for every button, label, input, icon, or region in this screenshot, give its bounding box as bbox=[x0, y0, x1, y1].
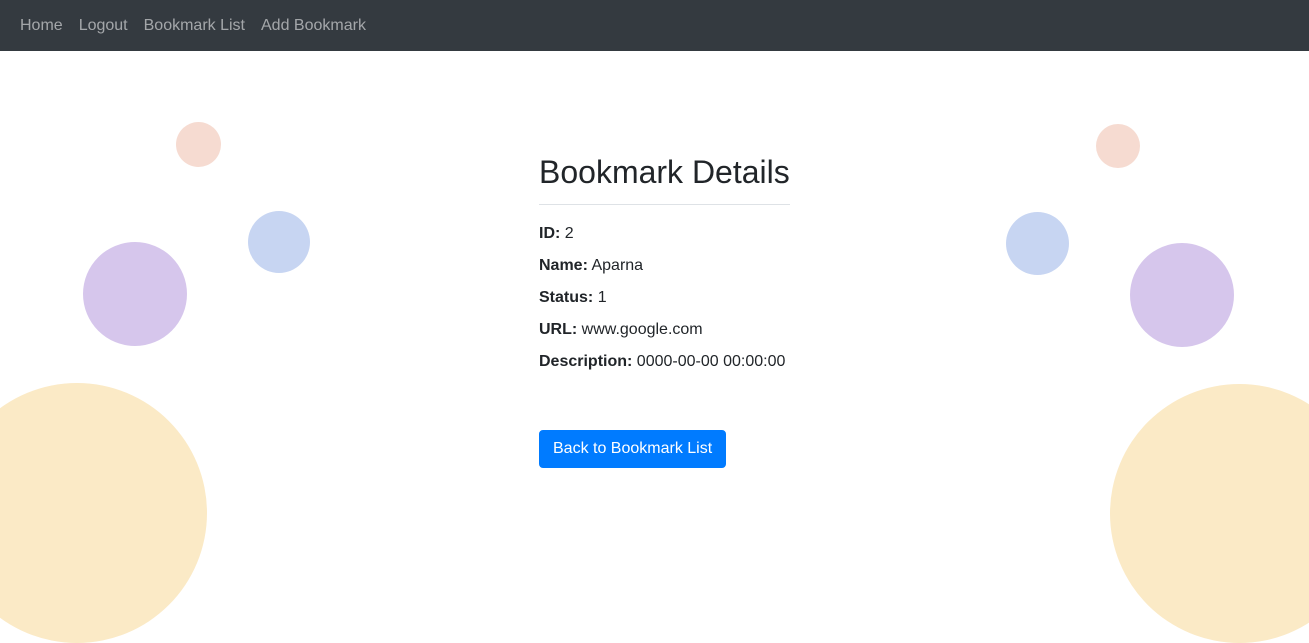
bookmark-details-panel: Bookmark Details ID: 2 Name: Aparna Stat… bbox=[539, 150, 790, 468]
detail-name-value: Aparna bbox=[591, 257, 644, 274]
nav-home-link[interactable]: Home bbox=[12, 0, 71, 51]
decorative-circle-purple-right bbox=[1130, 243, 1234, 347]
detail-status: Status: 1 bbox=[539, 286, 607, 310]
detail-url-label: URL: bbox=[539, 321, 578, 338]
detail-id-value: 2 bbox=[564, 225, 574, 242]
back-to-bookmark-list-button[interactable]: Back to Bookmark List bbox=[539, 430, 727, 468]
detail-url-value: www.google.com bbox=[581, 321, 703, 338]
detail-id: ID: 2 bbox=[539, 222, 574, 246]
detail-status-label: Status: bbox=[539, 289, 594, 306]
nav-logout-link[interactable]: Logout bbox=[71, 0, 136, 51]
detail-status-value: 1 bbox=[597, 289, 607, 306]
decorative-circle-yellow-right bbox=[1110, 384, 1309, 643]
nav-bookmark-list-link[interactable]: Bookmark List bbox=[136, 0, 253, 51]
detail-description: Description: 0000-00-00 00:00:00 bbox=[539, 350, 785, 374]
detail-name: Name: Aparna bbox=[539, 254, 643, 278]
detail-description-label: Description: bbox=[539, 353, 633, 370]
decorative-circle-blue-right bbox=[1006, 212, 1069, 275]
detail-url: URL: www.google.com bbox=[539, 318, 703, 342]
detail-description-value: 0000-00-00 00:00:00 bbox=[636, 353, 786, 370]
detail-name-label: Name: bbox=[539, 257, 588, 274]
decorative-circle-yellow-left bbox=[0, 383, 207, 643]
decorative-circle-purple-left bbox=[83, 242, 187, 346]
decorative-circle-peach-right bbox=[1096, 124, 1140, 168]
decorative-circle-blue-left bbox=[248, 211, 310, 273]
decorative-circle-peach-left bbox=[176, 122, 221, 167]
nav-add-bookmark-link[interactable]: Add Bookmark bbox=[253, 0, 374, 51]
page-title: Bookmark Details bbox=[539, 150, 790, 205]
detail-id-label: ID: bbox=[539, 225, 561, 242]
top-navbar: Home Logout Bookmark List Add Bookmark bbox=[0, 0, 1309, 51]
